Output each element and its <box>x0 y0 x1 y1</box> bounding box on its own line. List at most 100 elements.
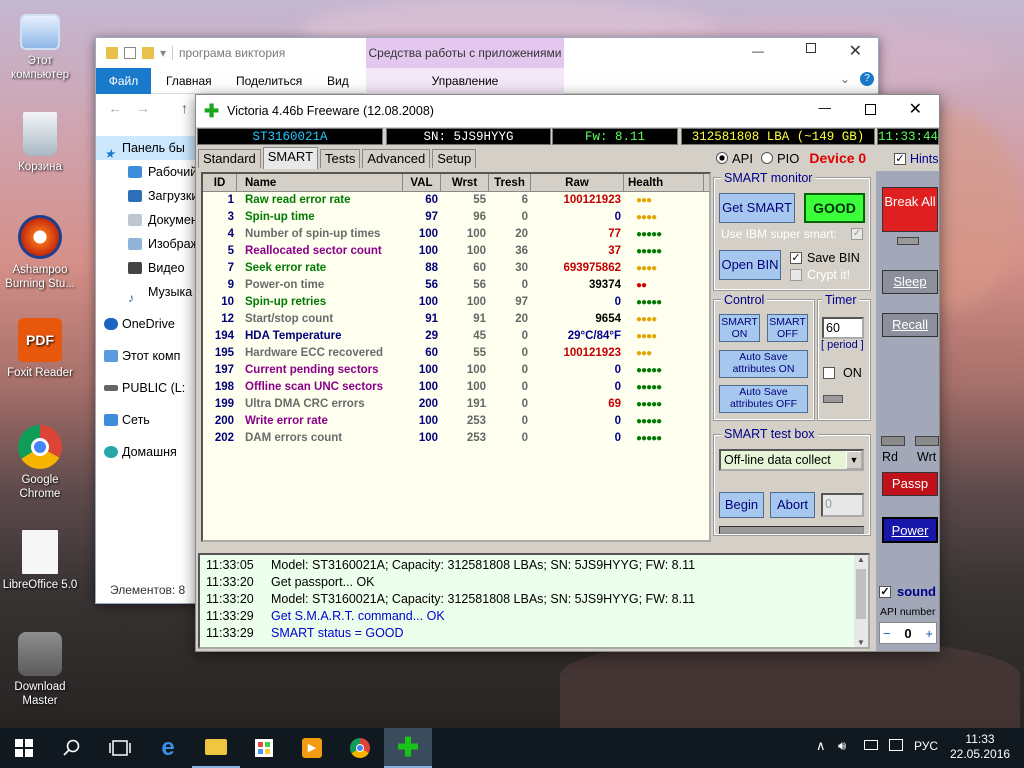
properties-icon[interactable] <box>124 47 136 59</box>
test-type-select[interactable]: Off-line data collect ▼ <box>719 449 864 471</box>
autosave-on-button[interactable]: Auto Save attributes ON <box>719 350 808 378</box>
network-icon[interactable] <box>864 740 878 750</box>
device-label[interactable]: Device 0 <box>809 150 866 166</box>
tab-smart[interactable]: SMART <box>262 147 319 169</box>
nav-item-quick-access[interactable]: ★ Панель бы <box>96 136 197 161</box>
hints-checkbox[interactable]: ✓ Hints <box>894 152 938 166</box>
desktop-icon-recycle-bin[interactable]: Корзина <box>2 112 78 174</box>
recall-button[interactable]: Recall <box>882 313 938 337</box>
break-all-button[interactable]: Break All <box>882 187 938 232</box>
nav-item-homegroup[interactable]: Домашня <box>96 440 197 464</box>
start-button[interactable] <box>0 728 48 768</box>
autosave-off-button[interactable]: Auto Save attributes OFF <box>719 385 808 413</box>
use-ibm-checkbox[interactable]: ✓ <box>851 228 863 240</box>
scroll-thumb[interactable] <box>856 569 866 619</box>
desktop-icon-download-master[interactable]: Download Master <box>2 632 78 708</box>
back-arrow-icon[interactable]: ← <box>108 100 122 116</box>
nav-item-this-pc[interactable]: Этот комп <box>96 344 197 368</box>
tab-share[interactable]: Поделиться <box>236 74 302 88</box>
table-row[interactable]: 3 Spin-up time 97 96 0 0 ●●●● <box>203 209 709 226</box>
nav-item-public-drive[interactable]: PUBLIC (L: <box>96 376 197 400</box>
table-row[interactable]: 12 Start/stop count 91 91 20 9654 ●●●● <box>203 311 709 328</box>
radio-pio[interactable] <box>760 152 773 164</box>
scroll-up-icon[interactable]: ▲ <box>854 555 868 564</box>
tab-view[interactable]: Вид <box>327 74 349 88</box>
nav-item-pictures[interactable]: Изображ <box>96 232 199 256</box>
maximize-icon[interactable] <box>806 43 816 53</box>
timer-on-checkbox[interactable]: ON <box>823 366 862 380</box>
nav-item-music[interactable]: ♪ Музыка <box>96 280 197 305</box>
chevron-down-icon[interactable]: ▾ <box>160 46 166 60</box>
smart-on-button[interactable]: SMART ON <box>719 314 760 342</box>
nav-item-onedrive[interactable]: OneDrive <box>96 312 197 336</box>
maximize-icon[interactable] <box>865 104 876 115</box>
table-row[interactable]: 9 Power-on time 56 56 0 39374 ●● <box>203 277 709 294</box>
tab-setup[interactable]: Setup <box>432 149 477 168</box>
nav-item-network[interactable]: Сеть <box>96 408 197 432</box>
radio-api[interactable] <box>716 152 728 164</box>
desktop-icon-chrome[interactable]: Google Chrome <box>2 425 78 501</box>
col-tresh[interactable]: Tresh <box>489 174 531 191</box>
nav-item-desktop[interactable]: Рабочий <box>96 160 197 184</box>
table-row[interactable]: 1 Raw read error rate 60 55 6 100121923 ●●● <box>203 192 709 209</box>
chrome-icon[interactable] <box>336 728 384 768</box>
desktop-icon-this-pc[interactable]: Этот компьютер <box>2 10 78 82</box>
minimize-icon[interactable]: — <box>752 44 764 58</box>
new-folder-icon[interactable] <box>142 47 154 59</box>
table-row[interactable]: 198 Offline scan UNC sectors 100 100 0 0 ●●●●● <box>203 379 709 396</box>
notification-icon[interactable] <box>889 739 903 751</box>
language-indicator[interactable]: РУС <box>914 739 938 753</box>
nav-item-downloads[interactable]: Загрузки <box>96 184 198 208</box>
col-health[interactable]: Health <box>624 174 704 191</box>
log-scrollbar[interactable]: ▲ ▼ <box>854 555 868 647</box>
table-row[interactable]: 7 Seek error rate 88 60 30 693975862 ●●●● <box>203 260 709 277</box>
col-id[interactable]: ID <box>203 174 237 191</box>
table-row[interactable]: 5 Reallocated sector count 100 100 36 37 ●●●●● <box>203 243 709 260</box>
up-arrow-icon[interactable]: ↑ <box>181 100 188 116</box>
minimize-icon[interactable]: — <box>819 101 832 115</box>
media-player-icon[interactable]: ▶ <box>288 728 336 768</box>
table-row[interactable]: 4 Number of spin-up times 100 100 20 77 ●●●●● <box>203 226 709 243</box>
timer-input[interactable]: 60 <box>822 317 864 339</box>
tab-home[interactable]: Главная <box>166 74 212 88</box>
file-explorer-icon[interactable] <box>192 728 240 768</box>
col-val[interactable]: VAL <box>403 174 441 191</box>
table-row[interactable]: 200 Write error rate 100 253 0 0 ●●●●● <box>203 413 709 430</box>
begin-button[interactable]: Begin <box>719 492 764 518</box>
task-view-icon[interactable] <box>96 728 144 768</box>
help-icon[interactable]: ? <box>860 72 874 86</box>
sleep-button[interactable]: Sleep <box>882 270 938 294</box>
tab-file[interactable]: Файл <box>96 68 151 94</box>
volume-icon[interactable]: 🔊︎ <box>838 738 846 754</box>
nav-item-videos[interactable]: Видео <box>96 256 197 280</box>
smart-off-button[interactable]: SMART OFF <box>767 314 808 342</box>
abort-button[interactable]: Abort <box>770 492 815 518</box>
tab-manage[interactable]: Управление <box>366 68 564 94</box>
table-row[interactable]: 202 DAM errors count 100 253 0 0 ●●●●● <box>203 430 709 447</box>
plus-icon[interactable]: + <box>925 626 936 641</box>
tab-tests[interactable]: Tests <box>320 149 361 168</box>
desktop-icon-ashampoo[interactable]: Ashampoo Burning Stu... <box>2 215 78 291</box>
chevron-up-icon[interactable]: ∧ <box>816 738 826 754</box>
table-row[interactable]: 194 HDA Temperature 29 45 0 29°C/84°F ●●●● <box>203 328 709 345</box>
edge-icon[interactable]: e <box>144 728 192 768</box>
system-clock[interactable]: 11:33 22.05.2016 <box>950 732 1010 762</box>
save-bin-checkbox[interactable]: ✓ Save BIN <box>790 251 860 265</box>
victoria-taskbar-icon[interactable]: ✚ <box>384 728 432 768</box>
tab-advanced[interactable]: Advanced <box>362 149 431 168</box>
close-icon[interactable]: ✕ <box>909 99 922 119</box>
tab-standard[interactable]: Standard <box>198 149 261 168</box>
table-row[interactable]: 197 Current pending sectors 100 100 0 0 ●●●●● <box>203 362 709 379</box>
search-icon[interactable] <box>48 728 96 768</box>
open-bin-button[interactable]: Open BIN <box>719 250 781 280</box>
store-icon[interactable] <box>240 728 288 768</box>
api-number-stepper[interactable]: − 0 + <box>879 622 937 644</box>
table-row[interactable]: 199 Ultra DMA CRC errors 200 191 0 69 ●●●●● <box>203 396 709 413</box>
col-wrst[interactable]: Wrst <box>441 174 489 191</box>
col-raw[interactable]: Raw <box>531 174 624 191</box>
get-smart-button[interactable]: Get SMART <box>719 193 795 223</box>
sound-checkbox[interactable]: ✓ sound <box>879 584 936 599</box>
scroll-down-icon[interactable]: ▼ <box>854 638 868 647</box>
chevron-down-icon[interactable]: ⌄ <box>840 72 850 86</box>
table-row[interactable]: 195 Hardware ECC recovered 60 55 0 100121923 ●… <box>203 345 709 362</box>
